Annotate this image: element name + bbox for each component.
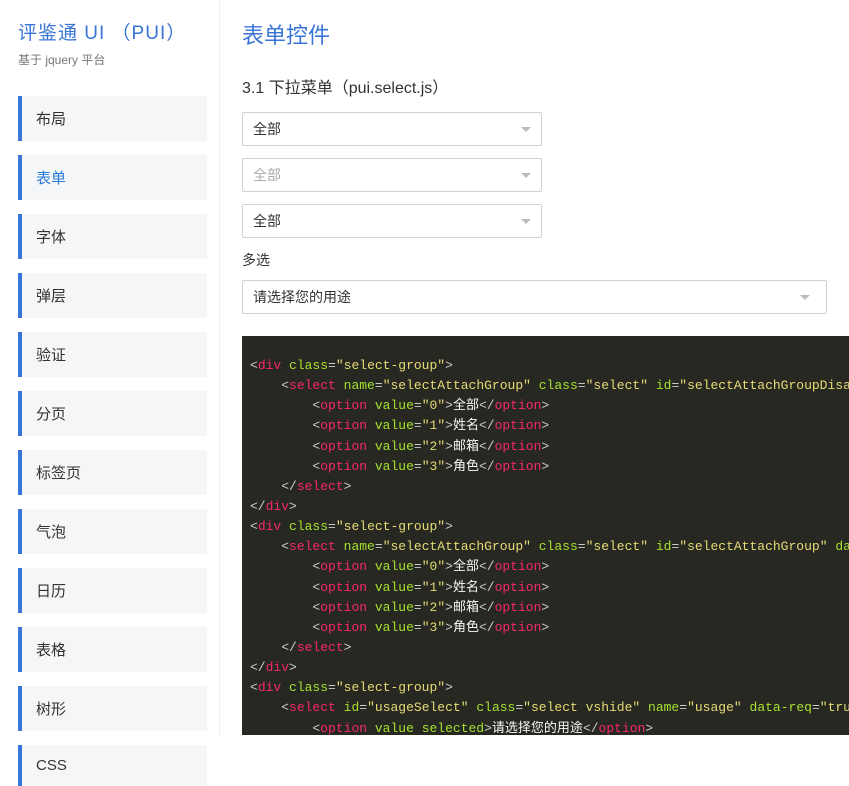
nav-item-form[interactable]: 表单 xyxy=(18,155,207,200)
page-title: 表单控件 xyxy=(242,18,849,50)
nav-item-table[interactable]: 表格 xyxy=(18,627,207,672)
nav-item-css[interactable]: CSS xyxy=(18,745,207,786)
nav-item-tree[interactable]: 树形 xyxy=(18,686,207,731)
chevron-down-icon xyxy=(521,219,531,224)
chevron-down-icon xyxy=(521,173,531,178)
select-3[interactable]: 全部 xyxy=(242,204,542,238)
nav-item-tabs[interactable]: 标签页 xyxy=(18,450,207,495)
select-3-value: 全部 xyxy=(253,211,281,231)
nav-item-layout[interactable]: 布局 xyxy=(18,96,207,141)
select-2-disabled: 全部 xyxy=(242,158,542,192)
select-1[interactable]: 全部 xyxy=(242,112,542,146)
multiselect-label: 多选 xyxy=(242,250,849,270)
chevron-down-icon xyxy=(800,295,810,300)
chevron-down-icon xyxy=(521,127,531,132)
sidebar: 评鉴通 UI （PUI） 基于 jquery 平台 布局 表单 字体 弹层 验证… xyxy=(0,0,220,735)
section-title: 3.1 下拉菜单（pui.select.js） xyxy=(242,74,849,98)
multiselect-placeholder: 请选择您的用途 xyxy=(253,287,351,307)
nav-item-pager[interactable]: 分页 xyxy=(18,391,207,436)
select-2-placeholder: 全部 xyxy=(253,165,281,185)
main-content: 表单控件 3.1 下拉菜单（pui.select.js） 全部 全部 全部 多选… xyxy=(220,0,849,735)
nav-item-font[interactable]: 字体 xyxy=(18,214,207,259)
nav-item-calendar[interactable]: 日历 xyxy=(18,568,207,613)
code-sample: <div class="select-group"> <select name=… xyxy=(242,336,849,735)
brand-subtitle: 基于 jquery 平台 xyxy=(18,51,207,68)
select-1-value: 全部 xyxy=(253,119,281,139)
multiselect-usage[interactable]: 请选择您的用途 xyxy=(242,280,827,314)
nav-item-bubble[interactable]: 气泡 xyxy=(18,509,207,554)
nav-item-validate[interactable]: 验证 xyxy=(18,332,207,377)
brand-title: 评鉴通 UI （PUI） xyxy=(18,18,207,45)
nav-item-layer[interactable]: 弹层 xyxy=(18,273,207,318)
